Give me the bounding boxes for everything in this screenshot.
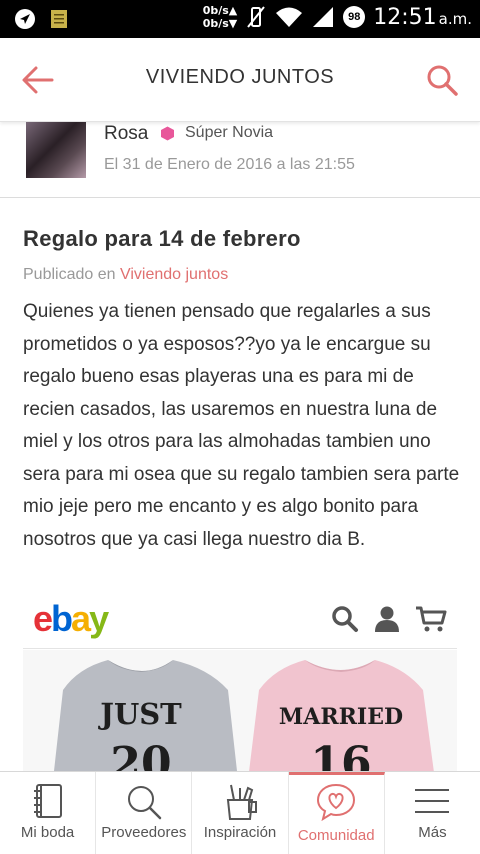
notebook-icon	[33, 784, 62, 818]
ebay-header: ebay	[23, 597, 457, 649]
post-date: El 31 de Enero de 2016 a las 21:55	[104, 156, 355, 173]
nav-item-proveedores[interactable]: Proveedores	[96, 772, 193, 854]
status-bar: 0b/s▲ 0b/s▼ 98 12:51 a.m.	[0, 0, 480, 38]
nav-item-comunidad[interactable]: Comunidad	[288, 772, 385, 854]
page-title: VIVIENDO JUNTOS	[145, 66, 335, 88]
nav-item-inspiracion[interactable]: Inspiración	[192, 772, 289, 854]
battery-icon: 98	[343, 6, 366, 28]
nav-item-mas[interactable]: Más	[385, 772, 480, 854]
post-body: Quienes ya tienen pensado que regalarles…	[23, 301, 460, 550]
post-image[interactable]: ebay JUST 20 MARRIED 16	[23, 597, 457, 777]
rank-badge-icon	[161, 126, 174, 141]
ebay-logo: ebay	[33, 598, 109, 639]
vibrate-off-icon	[247, 6, 266, 28]
user-icon	[375, 606, 399, 632]
shirts-photo: JUST 20 MARRIED 16	[23, 650, 457, 777]
signal-icon	[313, 7, 334, 27]
search-icon	[332, 606, 358, 632]
shirt-text-married: MARRIED	[279, 704, 403, 730]
wifi-icon	[276, 7, 303, 27]
author-info: Rosa Súper Novia El 31 de Enero de 2016 …	[0, 122, 480, 198]
post-meta: Publicado en Viviendo juntos	[23, 266, 229, 283]
search-icon[interactable]	[424, 62, 460, 98]
nav-item-mi-boda[interactable]: Mi boda	[0, 772, 97, 854]
heart-chat-icon	[317, 783, 356, 822]
menu-icon	[415, 789, 450, 813]
category-link[interactable]: Viviendo juntos	[120, 266, 228, 283]
notes-icon	[51, 10, 67, 28]
pencil-cup-icon	[226, 784, 257, 820]
app-bar: VIVIENDO JUNTOS	[0, 38, 480, 122]
navigation-icon	[15, 9, 35, 29]
bottom-nav: Mi boda Proveedores Inspiración Comunida…	[0, 771, 480, 854]
author-name[interactable]: Rosa	[104, 123, 148, 145]
author-rank: Súper Novia	[185, 124, 274, 141]
cart-icon	[416, 606, 447, 632]
net-speed: 0b/s▲ 0b/s▼	[202, 4, 238, 30]
post-content: Regalo para 14 de febrero Publicado en V…	[23, 226, 463, 556]
post-title: Regalo para 14 de febrero	[23, 226, 301, 251]
clock: 12:51 a.m.	[373, 4, 472, 30]
search-icon	[127, 786, 162, 820]
shirt-text-just: JUST	[97, 697, 182, 731]
avatar[interactable]	[26, 122, 86, 178]
